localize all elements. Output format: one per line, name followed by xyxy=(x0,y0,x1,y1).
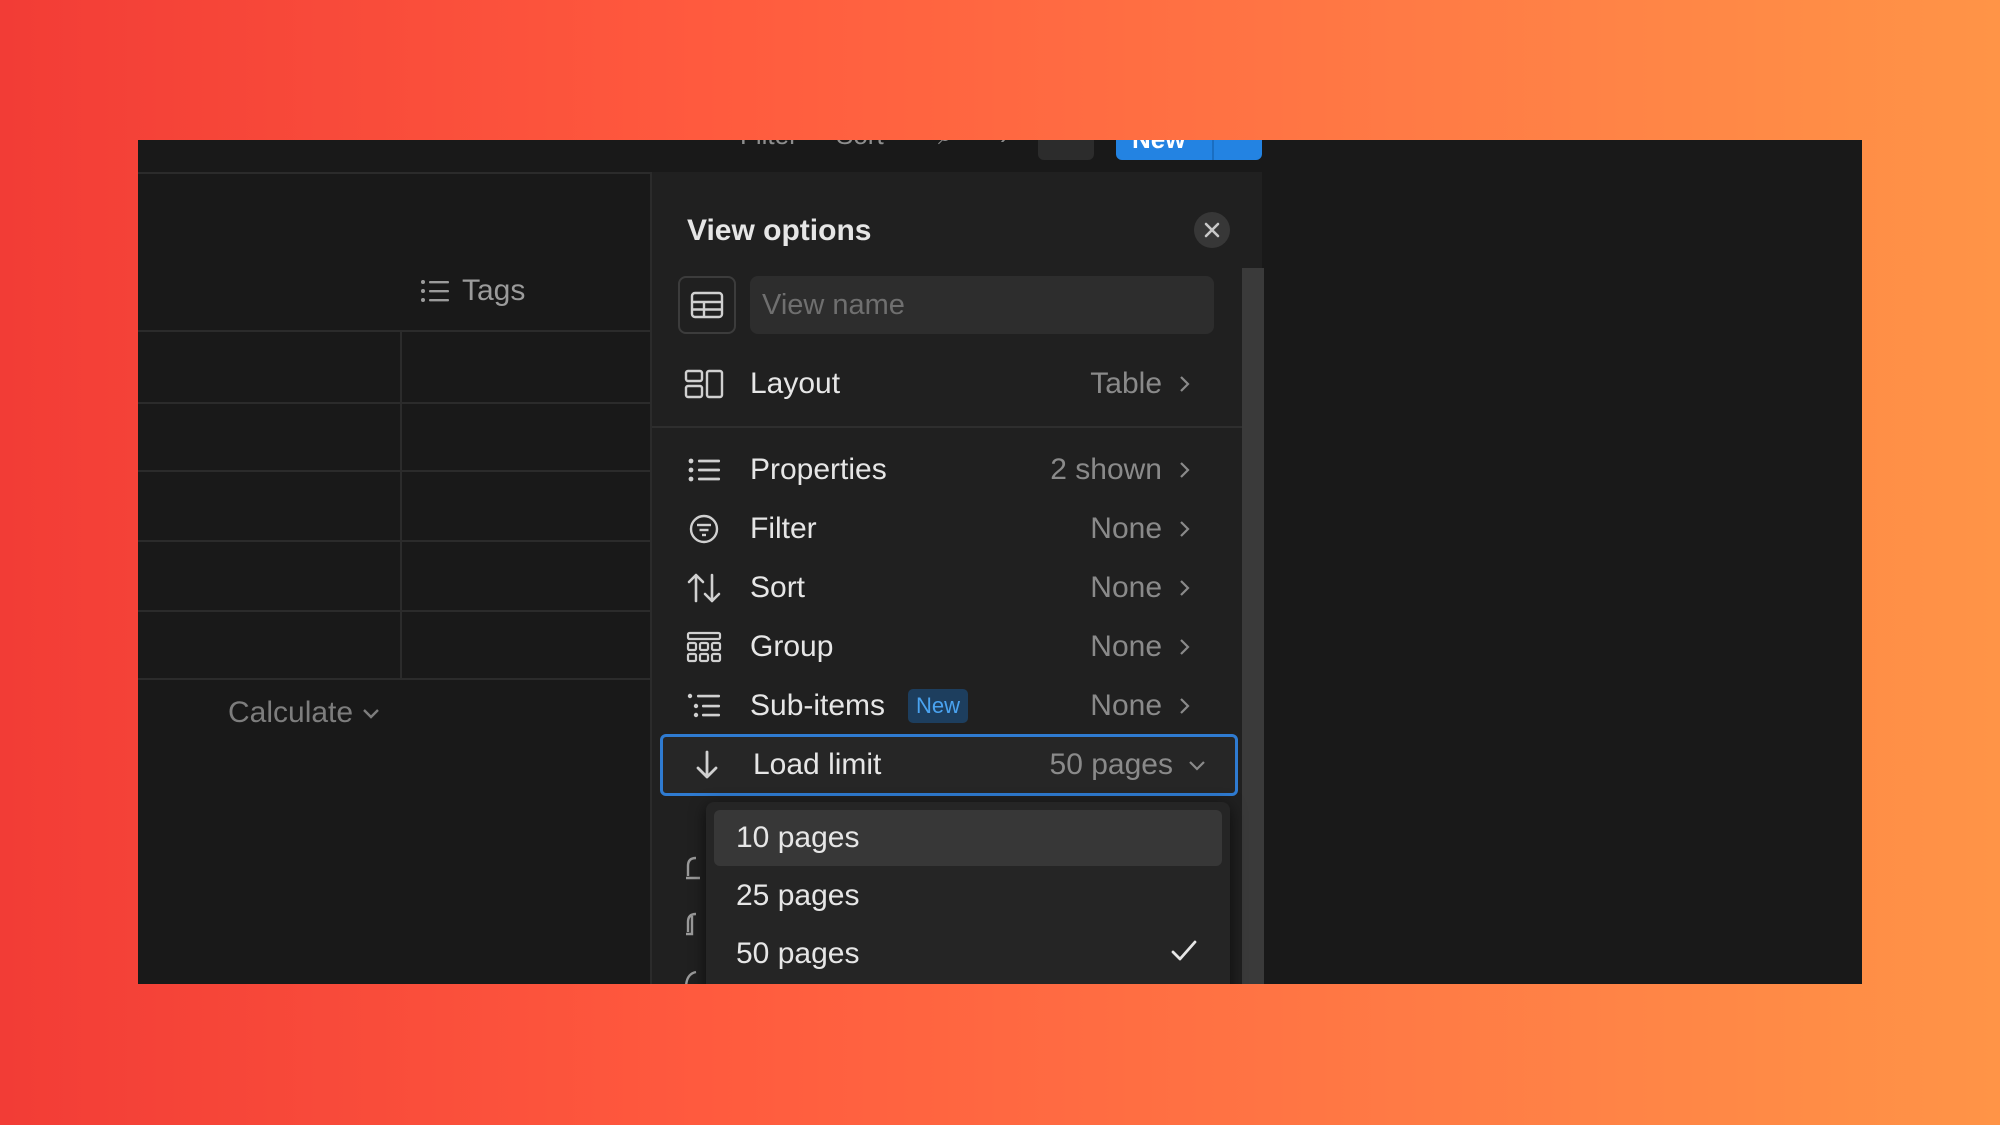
toolbar-square-button[interactable] xyxy=(1038,140,1094,160)
chevron-right-icon xyxy=(1180,580,1190,596)
calculate-label: Calculate xyxy=(228,696,354,729)
new-button[interactable]: New xyxy=(1116,140,1262,160)
hidden-row-icons xyxy=(682,852,706,984)
group-icon xyxy=(686,631,722,663)
group-row[interactable]: Group None xyxy=(652,619,1232,675)
section-divider xyxy=(652,426,1242,428)
chevron-right-icon xyxy=(1180,462,1190,478)
calculate-button[interactable]: Calculate xyxy=(228,696,381,730)
sort-row[interactable]: Sort None xyxy=(652,560,1232,616)
sub-items-value: None xyxy=(1090,689,1162,722)
layout-row[interactable]: Layout Table xyxy=(652,356,1232,412)
view-name-input[interactable] xyxy=(750,276,1214,334)
more-icon[interactable]: › xyxy=(1000,140,1009,151)
sort-value: None xyxy=(1090,571,1162,604)
properties-row[interactable]: Properties 2 shown xyxy=(652,442,1232,498)
chevron-down-icon xyxy=(363,709,379,719)
list-icon xyxy=(688,458,720,482)
tags-column-header[interactable]: Tags xyxy=(420,274,525,308)
arrow-down-icon xyxy=(696,750,718,779)
search-icon[interactable]: ⌕ xyxy=(938,140,953,152)
view-icon-picker[interactable] xyxy=(678,276,736,334)
scrollbar[interactable] xyxy=(1242,268,1264,984)
chevron-right-icon xyxy=(1180,521,1190,537)
filter-toolbar-button[interactable]: Filter xyxy=(740,140,798,151)
table-divider xyxy=(138,330,650,332)
tags-column-label: Tags xyxy=(462,274,526,307)
close-button[interactable] xyxy=(1194,212,1230,248)
load-limit-label: Load limit xyxy=(753,748,882,781)
option-label: 25 pages xyxy=(736,879,860,912)
group-value: None xyxy=(1090,630,1162,663)
filter-label: Filter xyxy=(750,512,817,545)
load-limit-row[interactable]: Load limit 50 pages xyxy=(660,734,1238,796)
group-label: Group xyxy=(750,630,834,663)
properties-value: 2 shown xyxy=(1050,453,1162,486)
filter-value: None xyxy=(1090,512,1162,545)
properties-label: Properties xyxy=(750,453,887,486)
table-icon xyxy=(690,291,724,319)
checkmark-icon xyxy=(1170,937,1198,971)
layout-label: Layout xyxy=(750,367,841,400)
sub-items-icon xyxy=(687,693,720,718)
sort-icon xyxy=(687,573,721,603)
sub-items-row[interactable]: Sub-items New None xyxy=(652,678,1232,734)
layout-value: Table xyxy=(1090,367,1162,400)
table-row-divider xyxy=(138,402,650,404)
load-limit-dropdown: 10 pages 25 pages 50 pages xyxy=(706,802,1230,984)
option-label: 50 pages xyxy=(736,937,860,970)
bell-icon xyxy=(685,856,700,984)
option-10-pages[interactable]: 10 pages xyxy=(714,810,1222,866)
chevron-right-icon xyxy=(1180,698,1190,714)
option-label: 10 pages xyxy=(736,821,860,854)
list-icon xyxy=(421,280,449,302)
new-button-divider xyxy=(1212,140,1214,160)
table-row-divider xyxy=(138,610,650,612)
new-badge: New xyxy=(908,689,969,723)
load-limit-value: 50 pages xyxy=(1049,748,1173,781)
chevron-down-icon xyxy=(1189,761,1205,771)
layout-icon xyxy=(684,369,724,399)
panel-title: View options xyxy=(687,214,872,247)
table-row-divider xyxy=(138,678,650,680)
chevron-right-icon xyxy=(1180,376,1190,392)
top-toolbar: Filter Sort ⌕ › New xyxy=(138,140,1262,172)
close-icon xyxy=(1204,222,1220,238)
new-button-label: New xyxy=(1132,140,1185,154)
sort-toolbar-button[interactable]: Sort xyxy=(836,140,884,151)
option-25-pages[interactable]: 25 pages xyxy=(714,868,1222,924)
chevron-right-icon xyxy=(1180,639,1190,655)
sub-items-label: Sub-items xyxy=(750,689,886,722)
filter-icon xyxy=(689,514,719,544)
filter-row[interactable]: Filter None xyxy=(652,501,1232,557)
app-window: Filter Sort ⌕ › New Tags Calculate xyxy=(138,140,1862,984)
option-50-pages[interactable]: 50 pages xyxy=(714,926,1222,982)
view-options-panel: View options L xyxy=(650,172,1264,984)
sort-label: Sort xyxy=(750,571,806,604)
table-column-divider xyxy=(400,332,402,678)
table-row-divider xyxy=(138,470,650,472)
table-row-divider xyxy=(138,540,650,542)
